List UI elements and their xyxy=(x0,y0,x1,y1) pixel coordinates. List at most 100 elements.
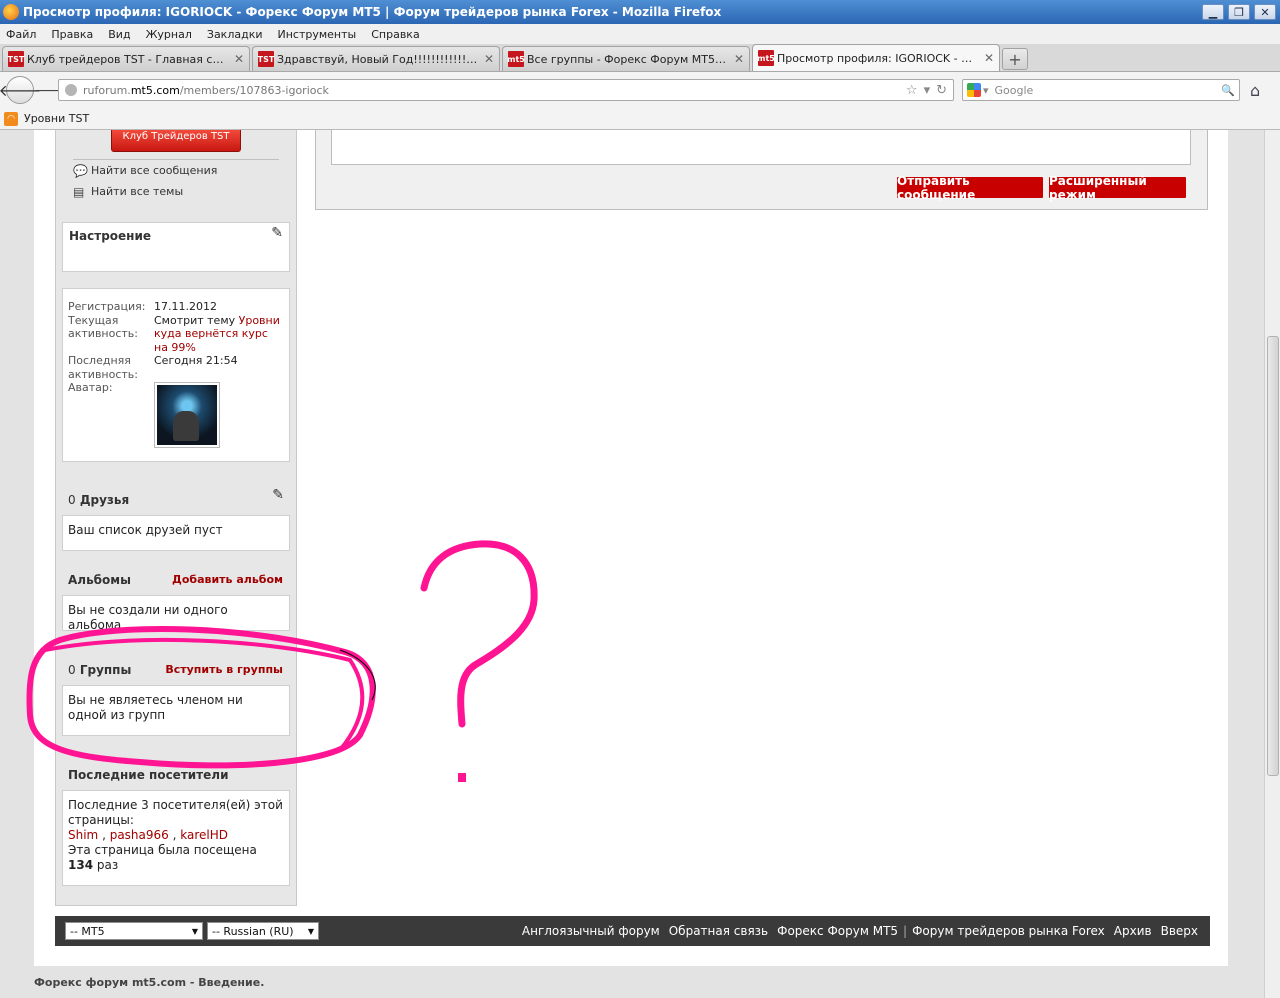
tab-close-icon[interactable]: ✕ xyxy=(234,52,244,66)
find-posts-link[interactable]: 💬 Найти все сообщения xyxy=(73,164,217,177)
send-message-button[interactable]: Отправить сообщение xyxy=(897,174,1043,202)
info-row-registration: Регистрация: 17.11.2012 xyxy=(68,300,217,313)
tab-bar: TST Клуб трейдеров TST - Главная стран..… xyxy=(0,44,1280,72)
minimize-icon[interactable]: ▁ xyxy=(1202,4,1224,20)
rss-icon: ◠ xyxy=(4,111,18,126)
visitor-link[interactable]: karelHD xyxy=(180,828,228,842)
friends-title: 0 Друзья xyxy=(68,493,130,507)
add-album-link[interactable]: Добавить альбом xyxy=(172,573,283,586)
search-icon[interactable]: 🔍 xyxy=(1221,84,1235,97)
footer-link-english-forum[interactable]: Англоязычный форум xyxy=(522,924,660,938)
style-select[interactable]: -- MT5 ▼ xyxy=(65,922,203,940)
message-composer: Отправить сообщение Расширенный режим xyxy=(315,130,1208,210)
page-scrollbar[interactable] xyxy=(1264,130,1280,998)
new-tab-button[interactable]: + xyxy=(1002,48,1028,70)
search-bar[interactable]: ▾ Google 🔍 xyxy=(962,79,1240,101)
footer-link-archive[interactable]: Архив xyxy=(1114,924,1152,938)
posts-icon: 💬 xyxy=(73,163,88,178)
tab-label: Все группы - Форекс Форум MT5 | Фор... xyxy=(527,52,729,66)
dropdown-icon[interactable]: ▾ xyxy=(924,83,931,98)
language-select[interactable]: -- Russian (RU) ▼ xyxy=(207,922,319,940)
tst-favicon-icon: TST xyxy=(258,51,274,67)
footer-link-feedback[interactable]: Обратная связь xyxy=(669,924,768,938)
groups-panel: Вы не являетесь членом ни одной из групп xyxy=(62,685,290,736)
mood-title: Настроение xyxy=(69,229,152,243)
url-text[interactable]: ruforum.mt5.com/members/107863-igoriock xyxy=(83,84,900,97)
forward-button[interactable]: 🡒 xyxy=(34,82,72,99)
tab-tst-home[interactable]: TST Клуб трейдеров TST - Главная стран..… xyxy=(2,46,250,71)
menu-help[interactable]: Справка xyxy=(371,28,419,41)
close-icon[interactable]: ✕ xyxy=(1254,4,1276,20)
profile-sidebar: Клуб Трейдеров TST 💬 Найти все сообщения… xyxy=(55,130,297,906)
page-footer: -- MT5 ▼ -- Russian (RU) ▼ Англоязычный фо… xyxy=(55,916,1210,946)
groups-title: 0 Группы xyxy=(68,663,132,677)
info-row-activity: Текущая активность: Смотрит тему Уровни … xyxy=(68,313,280,354)
menu-bookmarks[interactable]: Закладки xyxy=(207,28,263,41)
tab-close-icon[interactable]: ✕ xyxy=(484,52,494,66)
pencil-icon[interactable]: ✎ xyxy=(272,487,284,503)
tab-label: Просмотр профиля: IGORIOCK - Форек... xyxy=(777,51,979,65)
google-icon[interactable] xyxy=(967,83,981,97)
info-row-last-activity: Последняя активность: Сегодня 21:54 xyxy=(68,354,238,381)
mt5-favicon-icon: mt5 xyxy=(757,50,775,66)
chevron-down-icon: ▼ xyxy=(191,926,198,936)
mt5-favicon-icon: mt5 xyxy=(507,51,525,67)
friends-empty-text: Ваш список друзей пуст xyxy=(68,523,223,537)
tab-profile[interactable]: mt5 Просмотр профиля: IGORIOCK - Форек..… xyxy=(752,44,1000,71)
visitors-panel: Последние 3 посетителя(ей) этой страницы… xyxy=(62,790,290,886)
message-textarea[interactable] xyxy=(331,130,1191,165)
tab-close-icon[interactable]: ✕ xyxy=(984,51,994,65)
page-viewport: Клуб Трейдеров TST 💬 Найти все сообщения… xyxy=(0,130,1264,998)
menu-view[interactable]: Вид xyxy=(108,28,130,41)
tst-favicon-icon: TST xyxy=(8,51,24,67)
url-bar[interactable]: ruforum.mt5.com/members/107863-igoriock … xyxy=(58,79,954,101)
chevron-down-icon: ▼ xyxy=(307,926,314,936)
maximize-icon[interactable]: ❐ xyxy=(1228,4,1250,20)
tab-new-year[interactable]: TST Здравствуй, Новый Год!!!!!!!!!!!!!!!… xyxy=(252,46,500,71)
search-placeholder[interactable]: Google xyxy=(995,84,1222,97)
info-table: Регистрация: 17.11.2012 Текущая активнос… xyxy=(68,300,280,448)
join-groups-link[interactable]: Вступить в группы xyxy=(165,663,283,676)
friends-panel: Ваш список друзей пуст xyxy=(62,515,290,551)
advanced-mode-button[interactable]: Расширенный режим xyxy=(1049,174,1186,202)
scrollbar-thumb[interactable] xyxy=(1267,336,1279,776)
menu-tools[interactable]: Инструменты xyxy=(278,28,357,41)
info-panel: Регистрация: 17.11.2012 Текущая активнос… xyxy=(62,288,290,462)
visitor-link[interactable]: Shim xyxy=(68,828,98,842)
chevron-down-icon[interactable]: ▾ xyxy=(983,84,989,97)
home-icon[interactable]: ⌂ xyxy=(1250,81,1260,100)
albums-title: Альбомы xyxy=(68,573,131,587)
find-threads-link[interactable]: ▤ Найти все темы xyxy=(73,185,183,198)
bookmark-levels-tst[interactable]: Уровни TST xyxy=(24,112,89,125)
navigation-bar: 🡐 🡒 ruforum.mt5.com/members/107863-igori… xyxy=(0,72,1280,108)
footer-links: Англоязычный форум Обратная связь Форекс… xyxy=(323,924,1210,938)
tst-club-button[interactable]: Клуб Трейдеров TST xyxy=(111,130,241,152)
menu-history[interactable]: Журнал xyxy=(146,28,192,41)
visitor-link[interactable]: pasha966 xyxy=(110,828,169,842)
tab-close-icon[interactable]: ✕ xyxy=(734,52,744,66)
star-icon[interactable]: ☆ xyxy=(906,83,918,98)
copyright-text: Форекс форум mt5.com - Введение. xyxy=(34,976,265,989)
menu-edit[interactable]: Правка xyxy=(51,28,93,41)
tab-all-groups[interactable]: mt5 Все группы - Форекс Форум MT5 | Фор.… xyxy=(502,46,750,71)
page-container: Клуб Трейдеров TST 💬 Найти все сообщения… xyxy=(34,130,1228,966)
groups-empty-text: Вы не являетесь членом ни одной из групп xyxy=(68,693,243,722)
mood-panel: Настроение ✎ xyxy=(62,222,290,272)
menu-file[interactable]: Файл xyxy=(6,28,36,41)
footer-link-top[interactable]: Вверх xyxy=(1161,924,1198,938)
pencil-icon[interactable]: ✎ xyxy=(271,225,283,241)
visitors-title: Последние посетители xyxy=(68,768,229,782)
menu-bar: Файл Правка Вид Журнал Закладки Инструме… xyxy=(0,24,1280,44)
albums-panel: Вы не создали ни одного альбома xyxy=(62,595,290,632)
back-button[interactable]: 🡐 xyxy=(0,76,41,104)
globe-icon xyxy=(65,84,77,96)
footer-separator: | xyxy=(903,924,908,938)
window-title: Просмотр профиля: IGORIOCK - Форекс Фору… xyxy=(23,5,722,19)
avatar[interactable] xyxy=(154,382,220,448)
avatar-image xyxy=(157,385,217,445)
info-row-avatar: Аватар: xyxy=(68,381,280,448)
reload-icon[interactable]: ↻ xyxy=(936,83,947,98)
visitors-text: Последние 3 посетителя(ей) этой страницы… xyxy=(68,798,283,872)
footer-link-forum-traders[interactable]: Форум трейдеров рынка Forex xyxy=(912,924,1105,938)
footer-link-forum-home[interactable]: Форекс Форум MT5 xyxy=(777,924,898,938)
